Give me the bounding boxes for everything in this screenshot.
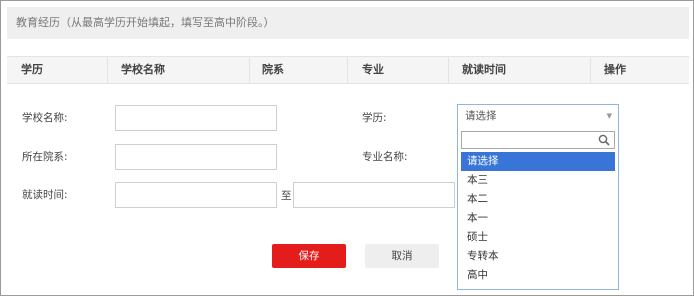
column-divider: [347, 57, 348, 83]
column-header-degree: 学历: [21, 63, 43, 76]
column-header-period: 就读时间: [462, 63, 506, 76]
option-ben-san[interactable]: 本三: [461, 171, 615, 190]
department-input[interactable]: [115, 144, 277, 170]
degree-dropdown: 请选择 本三 本二 本一 硕士 专转本 高中: [457, 128, 619, 290]
option-high-school[interactable]: 高中: [461, 266, 615, 285]
period-label: 就读时间:: [22, 189, 68, 201]
period-to-label: 至: [281, 190, 292, 202]
option-ben-er[interactable]: 本二: [461, 190, 615, 209]
column-header-school: 学校名称: [121, 63, 165, 76]
column-header-actions: 操作: [604, 63, 626, 76]
period-start-input[interactable]: [115, 182, 277, 208]
cancel-button[interactable]: 取消: [365, 244, 439, 268]
degree-select[interactable]: 请选择 ▼: [457, 104, 619, 129]
major-label: 专业名称:: [362, 151, 408, 163]
column-header-major: 专业: [362, 63, 384, 76]
column-divider: [249, 57, 250, 83]
column-divider: [590, 57, 591, 83]
column-header-department: 院系: [262, 63, 284, 76]
option-zhuan-zhuan-ben[interactable]: 专转本: [461, 247, 615, 266]
dropdown-options: 请选择 本三 本二 本一 硕士 专转本 高中: [461, 152, 615, 285]
school-name-label: 学校名称:: [22, 112, 68, 124]
caret-down-icon: ▼: [606, 112, 612, 120]
save-button[interactable]: 保存: [272, 244, 346, 268]
degree-select-value: 请选择: [465, 110, 497, 122]
column-divider: [448, 57, 449, 83]
option-ben-yi[interactable]: 本一: [461, 209, 615, 228]
search-icon: [598, 134, 610, 146]
option-master[interactable]: 硕士: [461, 228, 615, 247]
school-name-input[interactable]: [115, 105, 277, 131]
department-label: 所在院系:: [22, 151, 68, 163]
column-divider: [107, 57, 108, 83]
section-header: 教育经历（从最高学历开始填起，填写至高中阶段。）: [7, 7, 689, 39]
dropdown-search-input[interactable]: [461, 131, 615, 149]
education-panel: 教育经历（从最高学历开始填起，填写至高中阶段。） 学历 学校名称 院系 专业 就…: [0, 0, 694, 296]
education-table-header: 学历 学校名称 院系 专业 就读时间 操作: [7, 56, 689, 84]
option-please-select[interactable]: 请选择: [461, 152, 615, 171]
period-end-input[interactable]: [293, 182, 455, 208]
degree-label: 学历:: [362, 112, 387, 124]
